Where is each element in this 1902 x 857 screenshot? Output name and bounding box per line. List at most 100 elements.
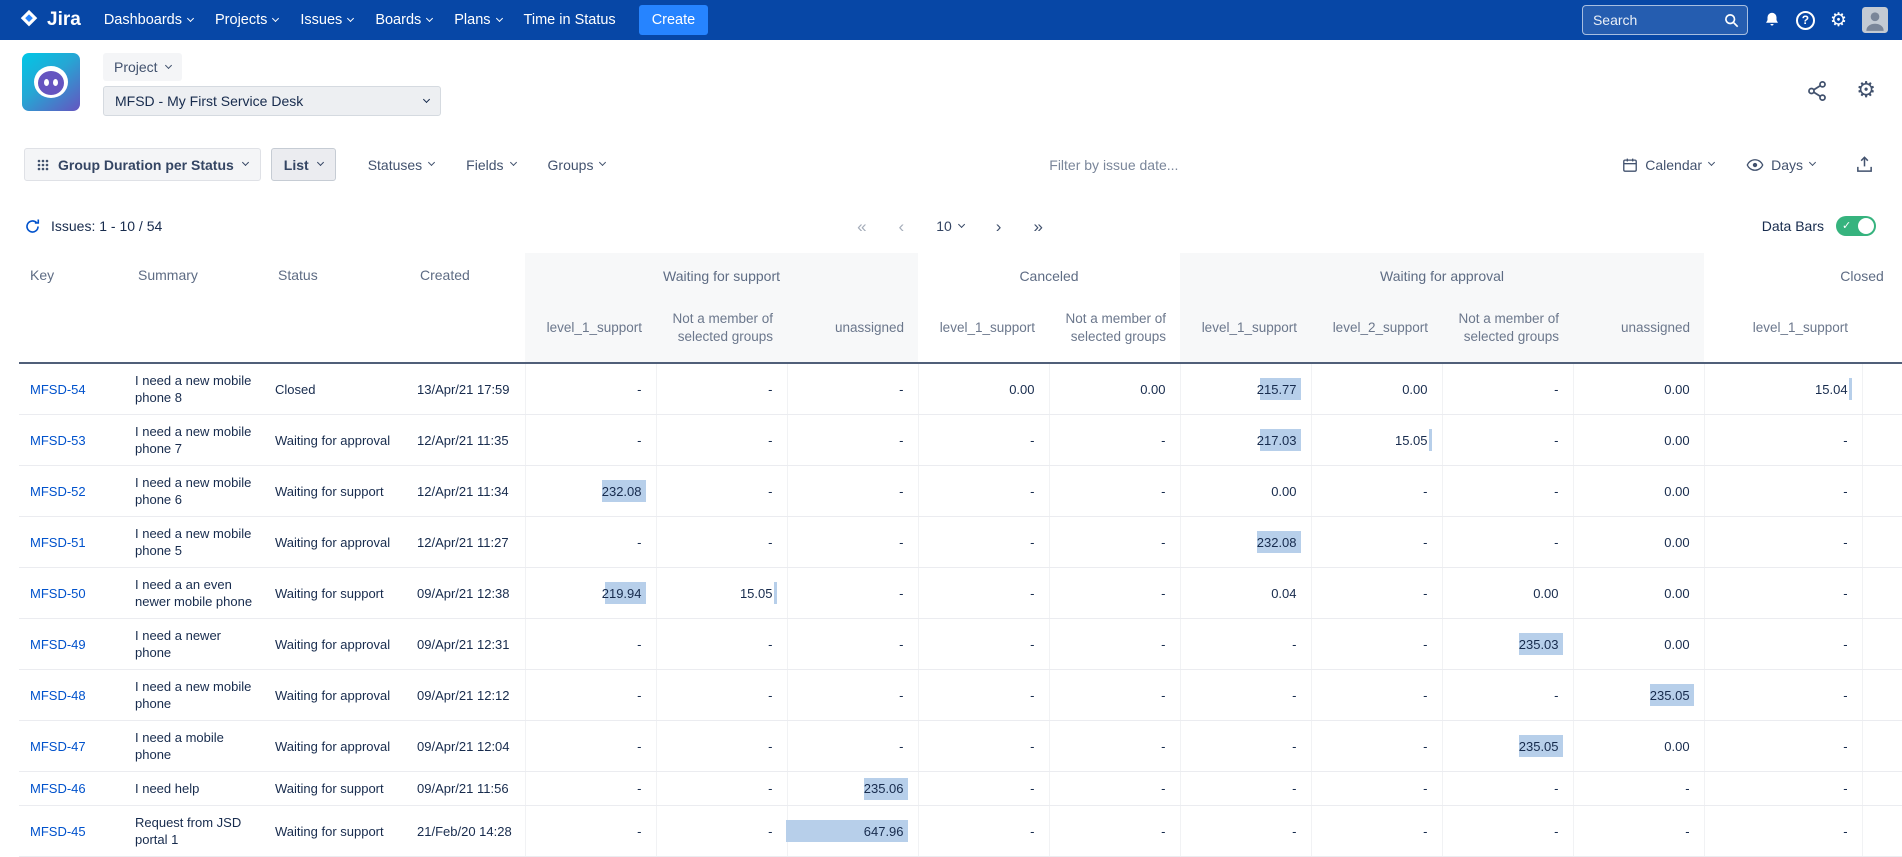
- duration-value: 0.00: [1664, 484, 1689, 499]
- help-button[interactable]: ?: [1796, 11, 1815, 30]
- column-header-status[interactable]: Status: [267, 253, 409, 363]
- group-column-header[interactable]: level_1_support: [525, 299, 656, 363]
- export-button[interactable]: [1853, 153, 1876, 176]
- scope-dropdown[interactable]: Project: [103, 53, 182, 81]
- duration-value: -: [768, 535, 772, 550]
- duration-cell: -: [918, 772, 1049, 806]
- duration-cell: -: [1311, 517, 1442, 568]
- issue-summary: I need a new mobile phone 8: [127, 363, 267, 415]
- duration-value: -: [768, 637, 772, 652]
- column-header-summary[interactable]: Summary: [127, 253, 267, 363]
- units-dropdown[interactable]: Days: [1746, 157, 1815, 173]
- group-column-header[interactable]: Not a member of selected groups: [656, 299, 787, 363]
- nav-item-boards[interactable]: Boards: [364, 0, 443, 40]
- next-page-button[interactable]: ›: [996, 218, 1002, 235]
- statuses-dropdown[interactable]: Statuses: [368, 157, 434, 173]
- duration-value: -: [1843, 688, 1847, 703]
- group-column-header[interactable]: Not a member of selected groups: [1862, 299, 1902, 363]
- data-bars-toggle[interactable]: ✓: [1836, 216, 1876, 236]
- last-page-button[interactable]: »: [1033, 218, 1042, 235]
- duration-value: 0.00: [1140, 382, 1165, 397]
- chevron-down-icon: [1809, 159, 1816, 166]
- issue-key-link[interactable]: MFSD-45: [30, 824, 86, 839]
- nav-item-issues[interactable]: Issues: [289, 0, 364, 40]
- duration-cell: -: [787, 619, 918, 670]
- duration-cell: [1862, 363, 1902, 415]
- nav-item-plans[interactable]: Plans: [443, 0, 512, 40]
- issue-key-link[interactable]: MFSD-54: [30, 382, 86, 397]
- top-navigation: Jira Dashboards Projects Issues Boards P…: [0, 0, 1902, 40]
- share-button[interactable]: [1806, 80, 1828, 102]
- duration-value: -: [768, 824, 772, 839]
- issue-key-link[interactable]: MFSD-46: [30, 781, 86, 796]
- issue-date-filter-input[interactable]: [989, 156, 1239, 174]
- duration-value: -: [1161, 739, 1165, 754]
- issue-key-link[interactable]: MFSD-53: [30, 433, 86, 448]
- project-select[interactable]: MFSD - My First Service Desk: [103, 86, 441, 116]
- issue-key-link[interactable]: MFSD-49: [30, 637, 86, 652]
- report-type-button[interactable]: Group Duration per Status: [24, 148, 261, 181]
- settings-button[interactable]: ⚙: [1830, 11, 1847, 30]
- page-size-dropdown[interactable]: 10: [936, 218, 964, 234]
- issue-key-link[interactable]: MFSD-50: [30, 586, 86, 601]
- fields-dropdown[interactable]: Fields: [466, 157, 515, 173]
- group-column-header[interactable]: unassigned: [1573, 299, 1704, 363]
- duration-cell: -: [1049, 772, 1180, 806]
- report-settings-button[interactable]: ⚙: [1856, 79, 1876, 102]
- search-input[interactable]: [1591, 11, 1724, 29]
- user-avatar[interactable]: [1862, 7, 1888, 33]
- group-column-header[interactable]: level_1_support: [1180, 299, 1311, 363]
- duration-value: -: [1030, 586, 1034, 601]
- group-column-header[interactable]: Not a member of selected groups: [1442, 299, 1573, 363]
- duration-value: -: [637, 688, 641, 703]
- create-button[interactable]: Create: [639, 5, 709, 35]
- issue-key-link[interactable]: MFSD-51: [30, 535, 86, 550]
- global-search[interactable]: [1582, 5, 1748, 35]
- group-column-header[interactable]: unassigned: [787, 299, 918, 363]
- issue-created: 09/Apr/21 12:04: [409, 721, 525, 772]
- duration-cell: 235.05: [1573, 670, 1704, 721]
- duration-value: -: [899, 739, 903, 754]
- jira-logo[interactable]: Jira: [14, 9, 93, 31]
- first-page-button[interactable]: «: [857, 218, 866, 235]
- duration-value: -: [1685, 824, 1689, 839]
- duration-cell: 0.00: [1311, 363, 1442, 415]
- previous-page-button[interactable]: ‹: [899, 218, 905, 235]
- duration-value: -: [1423, 781, 1427, 796]
- issue-row: MFSD-49I need a newer phoneWaiting for a…: [19, 619, 1902, 670]
- issue-created: 09/Apr/21 11:56: [409, 772, 525, 806]
- duration-value: -: [1554, 688, 1558, 703]
- duration-cell: -: [656, 619, 787, 670]
- group-column-header[interactable]: level_2_support: [1311, 299, 1442, 363]
- issue-row: MFSD-52I need a new mobile phone 6Waitin…: [19, 466, 1902, 517]
- group-column-header[interactable]: Not a member of selected groups: [1049, 299, 1180, 363]
- calendar-icon: [1622, 157, 1638, 173]
- nav-item-dashboards[interactable]: Dashboards: [93, 0, 204, 40]
- duration-value: 0.00: [1533, 586, 1558, 601]
- issue-key-link[interactable]: MFSD-52: [30, 484, 86, 499]
- nav-item-projects[interactable]: Projects: [204, 0, 289, 40]
- duration-value: 235.03: [1519, 637, 1559, 652]
- issue-key-link[interactable]: MFSD-47: [30, 739, 86, 754]
- notifications-button[interactable]: [1763, 11, 1781, 29]
- duration-cell: -: [525, 619, 656, 670]
- chevron-down-icon: [242, 159, 249, 166]
- issue-key-link[interactable]: MFSD-48: [30, 688, 86, 703]
- refresh-button[interactable]: [24, 218, 41, 235]
- nav-item-time-in-status[interactable]: Time in Status: [513, 0, 627, 40]
- duration-value: -: [768, 688, 772, 703]
- view-mode-button[interactable]: List: [271, 148, 336, 181]
- duration-value: -: [1292, 688, 1296, 703]
- column-header-created[interactable]: Created: [409, 253, 525, 363]
- duration-cell: -: [1311, 619, 1442, 670]
- column-header-key[interactable]: Key: [19, 253, 127, 363]
- chevron-down-icon: [317, 159, 324, 166]
- issue-row: MFSD-54I need a new mobile phone 8Closed…: [19, 363, 1902, 415]
- group-column-header[interactable]: level_1_support: [1704, 299, 1862, 363]
- group-column-header[interactable]: level_1_support: [918, 299, 1049, 363]
- duration-cell: -: [525, 772, 656, 806]
- calendar-dropdown[interactable]: Calendar: [1622, 157, 1714, 173]
- duration-value: -: [1161, 484, 1165, 499]
- groups-dropdown[interactable]: Groups: [548, 157, 606, 173]
- duration-value: -: [899, 484, 903, 499]
